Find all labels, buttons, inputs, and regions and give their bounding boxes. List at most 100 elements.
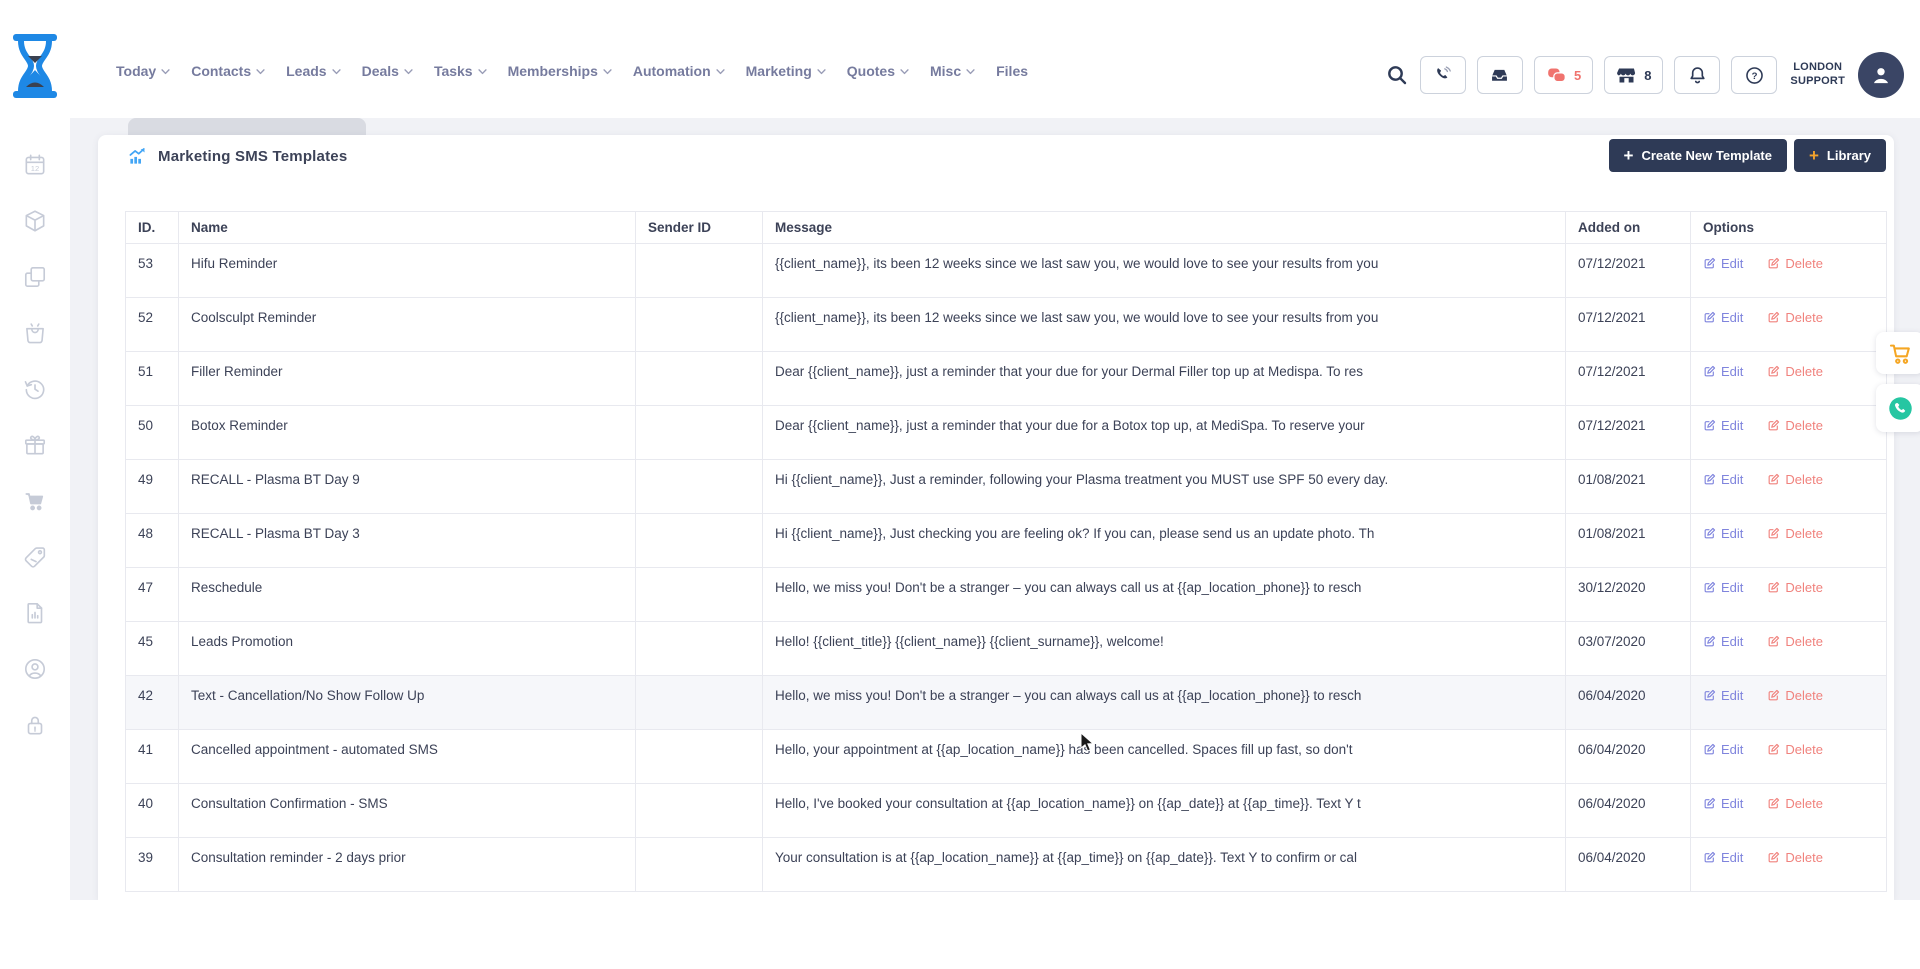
sidebar-item-copy[interactable] [22, 264, 48, 290]
nav-item-leads[interactable]: Leads [286, 63, 340, 79]
sidebar-item-tag[interactable] [22, 544, 48, 570]
cell-added-on: 07/12/2021 [1566, 352, 1691, 406]
nav-item-deals[interactable]: Deals [362, 63, 413, 79]
edit-link[interactable]: Edit [1703, 472, 1743, 487]
edit-link[interactable]: Edit [1703, 742, 1743, 757]
delete-link-label: Delete [1785, 256, 1823, 271]
create-new-template-button[interactable]: + Create New Template [1609, 139, 1787, 172]
edit-link[interactable]: Edit [1703, 310, 1743, 325]
edit-link[interactable]: Edit [1703, 850, 1743, 865]
svg-text:12: 12 [31, 164, 39, 173]
cell-message: Dear {{client_name}}, just a reminder th… [763, 352, 1566, 406]
cell-message: Hello, we miss you! Don't be a stranger … [763, 676, 1566, 730]
delete-link[interactable]: Delete [1767, 634, 1823, 649]
sidebar-item-history[interactable] [22, 376, 48, 402]
cell-sender-id [636, 352, 763, 406]
nav-item-files[interactable]: Files [996, 63, 1028, 79]
edit-link[interactable]: Edit [1703, 526, 1743, 541]
edit-icon [1703, 743, 1716, 756]
edit-icon [1703, 689, 1716, 702]
nav-item-tasks[interactable]: Tasks [434, 63, 487, 79]
search-icon[interactable] [1385, 63, 1409, 87]
content-area: Marketing SMS Templates + Create New Tem… [70, 118, 1920, 900]
cell-message: Hi {{client_name}}, Just checking you ar… [763, 514, 1566, 568]
delete-link[interactable]: Delete [1767, 364, 1823, 379]
delete-link[interactable]: Delete [1767, 580, 1823, 595]
nav-item-automation[interactable]: Automation [633, 63, 725, 79]
delete-link[interactable]: Delete [1767, 688, 1823, 703]
cell-options: Edit Delete [1691, 406, 1887, 460]
edit-link[interactable]: Edit [1703, 364, 1743, 379]
edit-link[interactable]: Edit [1703, 418, 1743, 433]
cell-message: Hello! {{client_title}} {{client_name}} … [763, 622, 1566, 676]
nav-item-label: Leads [286, 63, 326, 79]
chat-button[interactable]: 5 [1534, 56, 1593, 94]
delete-icon [1767, 311, 1780, 324]
sidebar-item-calendar-12[interactable]: 12 [22, 152, 48, 178]
floating-cart-button[interactable] [1876, 332, 1920, 374]
nav-item-quotes[interactable]: Quotes [847, 63, 909, 79]
nav-item-today[interactable]: Today [116, 63, 170, 79]
package-icon [22, 208, 48, 234]
edit-link-label: Edit [1721, 850, 1743, 865]
nav-item-marketing[interactable]: Marketing [746, 63, 826, 79]
table-row: 40Consultation Confirmation - SMSHello, … [126, 784, 1887, 838]
nav-item-label: Misc [930, 63, 961, 79]
sidebar-item-package[interactable] [22, 208, 48, 234]
storefront-icon [1616, 65, 1637, 86]
floating-whatsapp-button[interactable] [1876, 384, 1920, 432]
nav-item-memberships[interactable]: Memberships [508, 63, 612, 79]
delete-link[interactable]: Delete [1767, 742, 1823, 757]
delete-link-label: Delete [1785, 418, 1823, 433]
phone-button[interactable] [1420, 56, 1466, 94]
delete-link[interactable]: Delete [1767, 850, 1823, 865]
sidebar-item-shopping-bag[interactable] [22, 320, 48, 346]
page-title-label: Marketing SMS Templates [158, 148, 347, 165]
edit-link-label: Edit [1721, 418, 1743, 433]
sidebar-item-report[interactable] [22, 600, 48, 626]
edit-link[interactable]: Edit [1703, 796, 1743, 811]
delete-link[interactable]: Delete [1767, 256, 1823, 271]
chevron-down-icon [900, 69, 909, 75]
delete-link[interactable]: Delete [1767, 418, 1823, 433]
table-row: 52Coolsculpt Reminder{{client_name}}, it… [126, 298, 1887, 352]
cell-options: Edit Delete [1691, 730, 1887, 784]
app-logo-hourglass-icon[interactable] [12, 34, 58, 98]
cell-id: 47 [126, 568, 179, 622]
sidebar-item-gift[interactable] [22, 432, 48, 458]
cell-added-on: 06/04/2020 [1566, 838, 1691, 892]
cell-message: Hello, I've booked your consultation at … [763, 784, 1566, 838]
nav-item-label: Today [116, 63, 156, 79]
delete-link[interactable]: Delete [1767, 472, 1823, 487]
delete-link[interactable]: Delete [1767, 310, 1823, 325]
help-button[interactable]: ? [1731, 56, 1777, 94]
table-row: 50Botox ReminderDear {{client_name}}, ju… [126, 406, 1887, 460]
cell-added-on: 06/04/2020 [1566, 784, 1691, 838]
library-button[interactable]: + Library [1794, 139, 1886, 172]
shop-button[interactable]: 8 [1604, 56, 1663, 94]
cell-name: Filler Reminder [179, 352, 636, 406]
edit-link[interactable]: Edit [1703, 634, 1743, 649]
nav-item-contacts[interactable]: Contacts [191, 63, 265, 79]
avatar[interactable] [1858, 52, 1904, 98]
sidebar-item-user-circle[interactable] [22, 656, 48, 682]
edit-link[interactable]: Edit [1703, 580, 1743, 595]
sidebar-item-cart[interactable] [22, 488, 48, 514]
cell-id: 50 [126, 406, 179, 460]
nav-item-misc[interactable]: Misc [930, 63, 975, 79]
inbox-button[interactable] [1477, 56, 1523, 94]
table-row: 45Leads PromotionHello! {{client_title}}… [126, 622, 1887, 676]
cell-options: Edit Delete [1691, 244, 1887, 298]
table-row: 39Consultation reminder - 2 days priorYo… [126, 838, 1887, 892]
delete-link[interactable]: Delete [1767, 796, 1823, 811]
notifications-button[interactable] [1674, 56, 1720, 94]
edit-link[interactable]: Edit [1703, 256, 1743, 271]
sidebar-item-lock[interactable] [22, 712, 48, 738]
delete-icon [1767, 257, 1780, 270]
calendar-12-icon: 12 [22, 152, 48, 178]
edit-link[interactable]: Edit [1703, 688, 1743, 703]
edit-link-label: Edit [1721, 688, 1743, 703]
delete-link[interactable]: Delete [1767, 526, 1823, 541]
edit-icon [1703, 311, 1716, 324]
chevron-down-icon [966, 69, 975, 75]
